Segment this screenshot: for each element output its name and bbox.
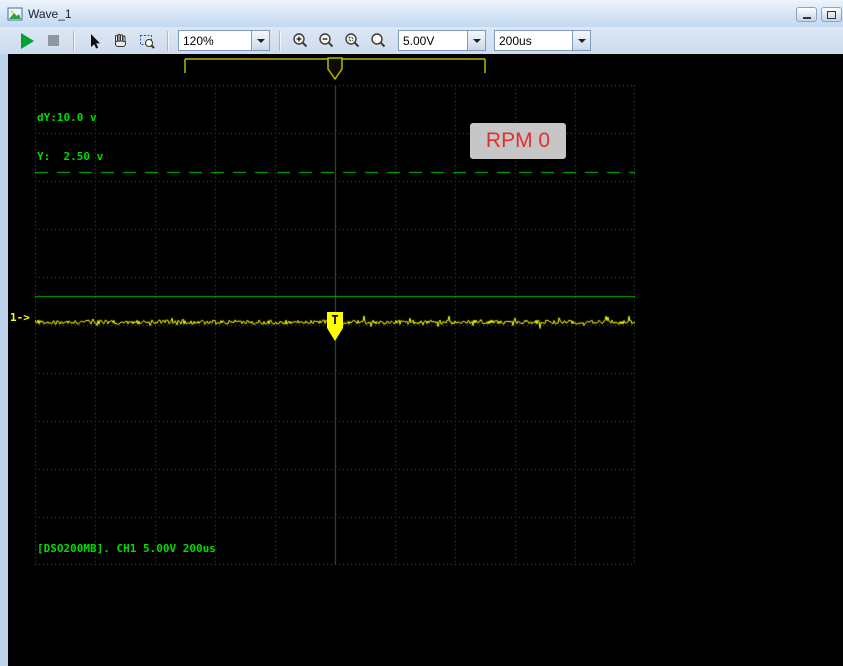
trigger-flag-icon: T: [327, 312, 343, 328]
window-title: Wave_1: [28, 6, 72, 21]
zoom-window-icon: [140, 34, 155, 49]
zoom-region-icon: [344, 32, 359, 47]
window-icon: [7, 6, 23, 22]
zoom-reset-icon: [370, 32, 385, 47]
play-button[interactable]: [16, 30, 38, 52]
timebase-combo: [494, 30, 591, 51]
voltage-scale-input[interactable]: [399, 31, 467, 50]
zoom-out-icon: [318, 32, 333, 47]
rpm-badge: RPM 0: [470, 123, 566, 159]
voltage-scale-combo: [398, 30, 486, 51]
channel1-marker[interactable]: 1->: [10, 311, 30, 324]
timebase-dropdown-button[interactable]: [572, 31, 590, 50]
zoom-window-button[interactable]: [136, 30, 158, 52]
y-readout: Y: 2.50 v: [37, 150, 104, 163]
toolbar-separator: [167, 30, 169, 51]
zoom-in-icon: [292, 32, 307, 47]
trigger-marker[interactable]: T: [327, 312, 343, 341]
window-controls: ✕: [796, 7, 843, 22]
cursor-readout: dY:10.0 v Y: 2.50 v: [37, 85, 103, 189]
stop-icon: [47, 35, 59, 46]
cursor-arrow-icon: [91, 33, 100, 48]
zoom-level-input[interactable]: [179, 31, 251, 50]
trigger-position-ruler[interactable]: [8, 54, 843, 84]
app-window: Wave_1 ✕: [0, 0, 843, 666]
toolbar: [0, 27, 843, 54]
zoom-level-combo: [178, 30, 270, 51]
select-tool-button[interactable]: [84, 30, 106, 52]
zoom-out-button[interactable]: [316, 30, 338, 52]
chevron-down-icon: [472, 38, 481, 43]
trigger-position-pointer-icon[interactable]: [327, 57, 343, 81]
hand-icon: [115, 33, 126, 47]
timebase-input[interactable]: [495, 31, 572, 50]
scope-status-line: [DSO200MB]. CH1 5.00V 200us: [37, 542, 216, 555]
zoom-reset-button[interactable]: [368, 30, 390, 52]
maximize-icon: [827, 10, 836, 19]
trigger-flag-point-icon: [327, 328, 343, 341]
play-icon: [20, 32, 34, 49]
dy-readout: dY:10.0 v: [37, 111, 97, 124]
chevron-down-icon: [577, 38, 586, 43]
minimize-button[interactable]: [796, 7, 817, 22]
zoom-region-button[interactable]: [342, 30, 364, 52]
chevron-down-icon: [256, 38, 265, 43]
toolbar-separator: [279, 30, 281, 51]
pan-tool-button[interactable]: [110, 30, 132, 52]
zoom-level-dropdown-button[interactable]: [251, 31, 269, 50]
zoom-in-button[interactable]: [290, 30, 312, 52]
voltage-scale-dropdown-button[interactable]: [467, 31, 485, 50]
scope-client-area: dY:10.0 v Y: 2.50 v RPM 0 1-> T [DSO200M…: [8, 54, 843, 666]
toolbar-separator: [73, 30, 75, 51]
title-bar: Wave_1 ✕: [0, 0, 843, 27]
maximize-button[interactable]: [821, 7, 842, 22]
minimize-icon: [802, 16, 811, 19]
stop-button[interactable]: [42, 30, 64, 52]
